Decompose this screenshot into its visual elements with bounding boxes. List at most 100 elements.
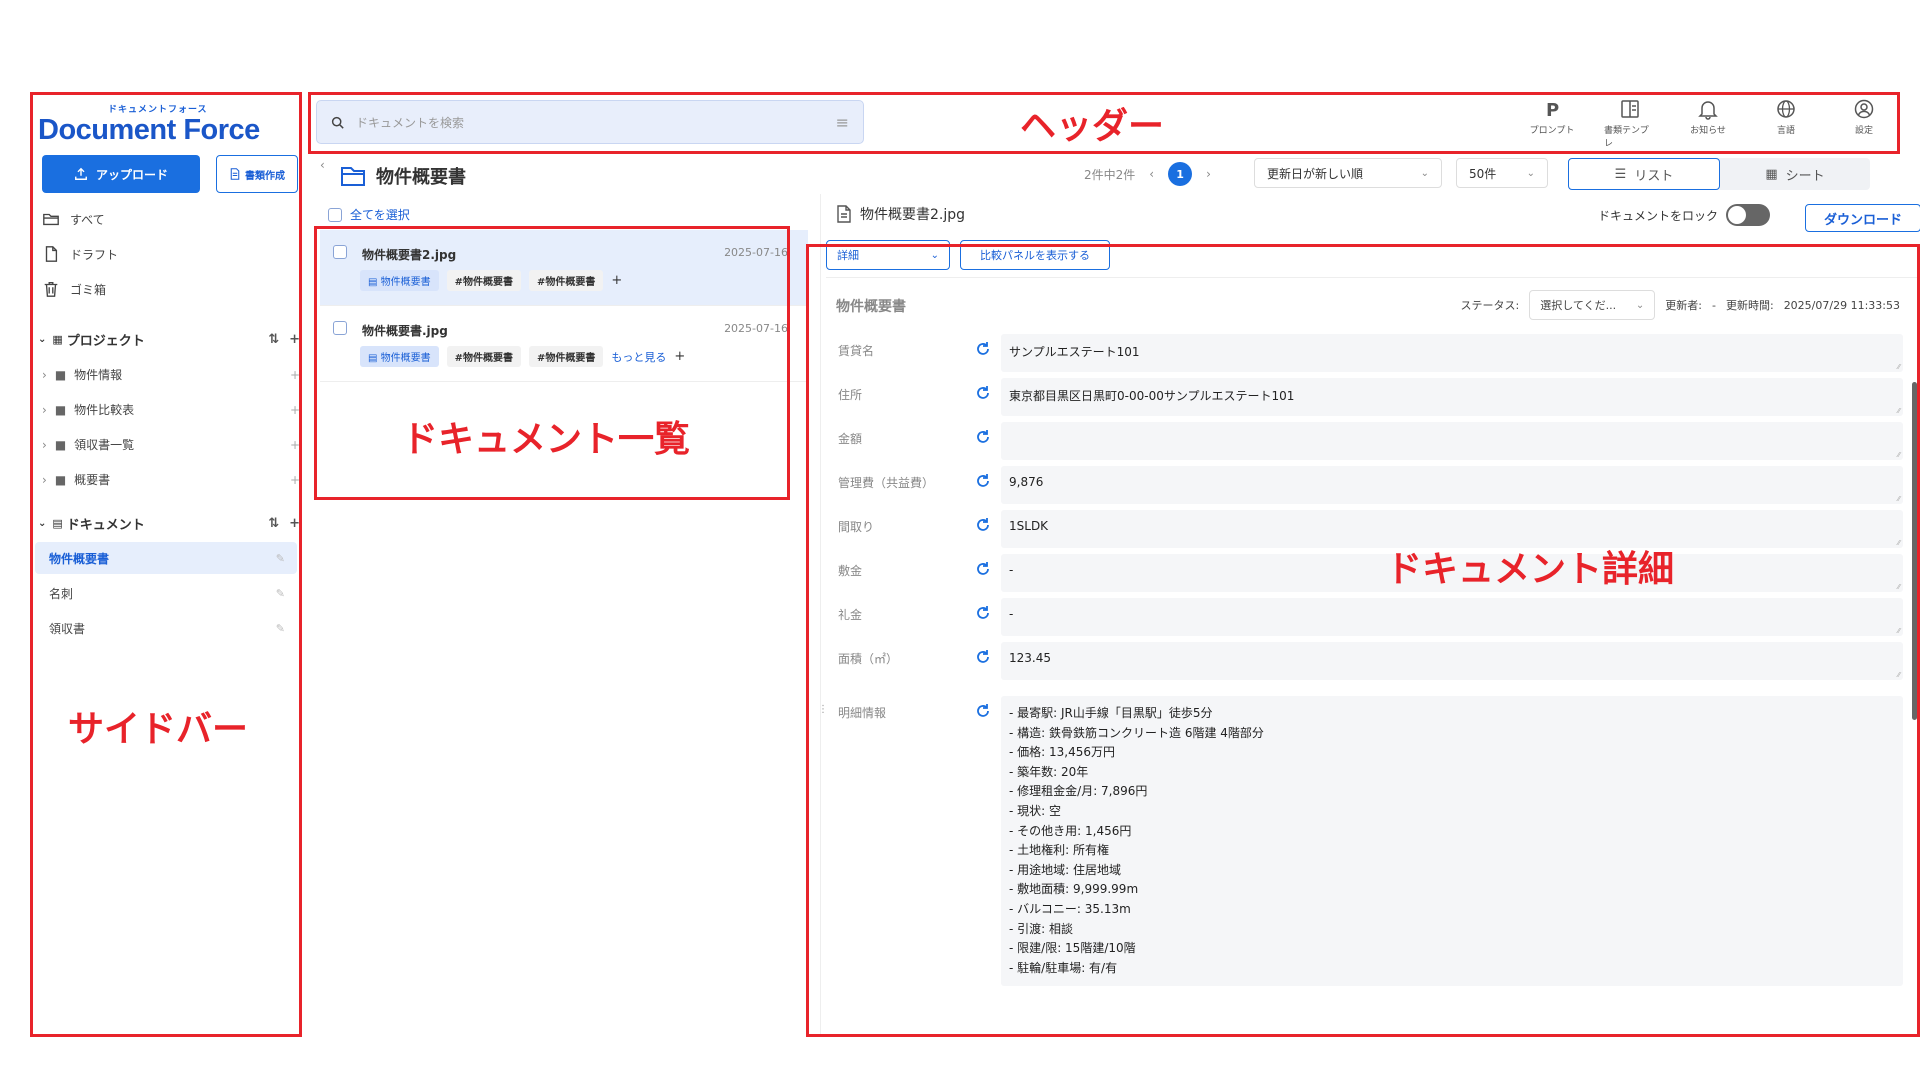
lock-label: ドキュメントをロック (1598, 208, 1719, 223)
field-input[interactable]: サンプルエステート101 (1001, 334, 1903, 372)
add-tag-button[interactable]: + (674, 349, 685, 364)
detail-view-select[interactable]: 詳細 ⌄ (826, 240, 950, 270)
sort-select[interactable]: 更新日が新しい順 ⌄ (1254, 158, 1442, 188)
add-tag-button[interactable]: + (611, 273, 622, 288)
sidebar-item-document[interactable]: 物件概要書 ✎ (35, 542, 297, 574)
field-input[interactable] (1001, 422, 1903, 460)
refresh-icon[interactable] (974, 702, 992, 720)
chevron-right-icon: › (42, 472, 47, 487)
checkbox[interactable] (328, 207, 342, 222)
scrollbar[interactable] (1912, 382, 1917, 720)
search-placeholder: ドキュメントを検索 (356, 115, 465, 130)
project-item[interactable]: › ■ 物件比較表 + (42, 401, 300, 418)
add-project-icon[interactable]: + (289, 332, 300, 347)
detail-line: - 引渡: 相談 (1009, 921, 1074, 936)
download-button[interactable]: ダウンロード (1805, 204, 1920, 232)
field-input[interactable]: 123.45 (1001, 642, 1903, 680)
add-document-icon[interactable]: + (289, 516, 300, 531)
nav-all[interactable]: すべて (42, 210, 105, 228)
file-icon (45, 246, 58, 262)
project-item[interactable]: › ■ 概要書 + (42, 471, 300, 488)
prompt-icon: P (1546, 100, 1559, 120)
refresh-icon[interactable] (974, 384, 992, 402)
settings-label: 設定 (1854, 126, 1873, 136)
sort-icon[interactable]: ⇅ (268, 332, 279, 347)
project-item[interactable]: › ■ 領収書一覧 + (42, 436, 300, 453)
detail-annotation-label: ドキュメント詳細 (1386, 549, 1675, 590)
projects-section-header[interactable]: ⌄ ▦ プロジェクト ⇅ + (38, 330, 300, 349)
upload-button[interactable]: アップロード (42, 155, 200, 193)
field-input[interactable]: 9,876 (1001, 466, 1903, 504)
add-icon[interactable]: + (290, 473, 300, 487)
view-toggle: ☰ リスト ▦ シート (1568, 158, 1870, 190)
add-icon[interactable]: + (290, 368, 300, 382)
details-textarea[interactable]: - 最寄駅: JR山手線「目黒駅」徒歩5分 - 構造: 鉄骨鉄筋コンクリート造 6… (1001, 696, 1903, 987)
add-icon[interactable]: + (290, 403, 300, 417)
header-annotation-label: ヘッダー (1020, 106, 1165, 147)
document-list-item[interactable]: 物件概要書.jpg 2025-07-16 ▤ 物件概要書 #物件概要書 #物件概… (320, 306, 808, 382)
language-button[interactable]: 言語 (1760, 98, 1812, 149)
refresh-icon[interactable] (974, 472, 992, 490)
edit-icon[interactable]: ✎ (276, 587, 285, 600)
template-button[interactable]: 書類テンプレ (1604, 98, 1656, 149)
sidebar-item-document[interactable]: 名刺 ✎ (35, 577, 297, 609)
nav-draft-label: ドラフト (70, 247, 119, 262)
refresh-icon[interactable] (974, 340, 992, 358)
tag[interactable]: ▤ 物件概要書 (360, 270, 439, 291)
search-input[interactable]: ドキュメントを検索 ≡ (316, 100, 864, 144)
refresh-icon[interactable] (974, 516, 992, 534)
prompt-button[interactable]: P プロンプト (1526, 98, 1578, 149)
tag[interactable]: #物件概要書 (529, 346, 604, 367)
tag[interactable]: ▤ 物件概要書 (360, 346, 439, 367)
checkbox[interactable] (333, 321, 347, 335)
document-list-item[interactable]: 物件概要書2.jpg 2025-07-16 ▤ 物件概要書 #物件概要書 #物件… (320, 230, 808, 306)
page-number[interactable]: 1 (1168, 162, 1193, 186)
nav-draft[interactable]: ドラフト (42, 245, 118, 263)
per-page-select[interactable]: 50件 ⌄ (1456, 158, 1548, 188)
logo[interactable]: ドキュメントフォース Document Force (38, 102, 260, 145)
grid-icon: ▦ (52, 333, 63, 346)
field-input[interactable]: 東京都目黒区日黒町0-00-00サンプルエステート101 (1001, 378, 1903, 416)
select-all-checkbox[interactable]: 全てを選択 (328, 206, 410, 223)
document-name: 物件概要書.jpg (362, 324, 448, 338)
document-date: 2025-07-16 (724, 322, 788, 335)
checkbox[interactable] (333, 245, 347, 259)
list-annotation-label: ドキュメント一覧 (402, 419, 691, 460)
collapse-sidebar-icon[interactable]: ‹ (320, 158, 325, 172)
field-label: 賃貸名 (838, 344, 875, 358)
menu-icon[interactable]: ≡ (836, 113, 849, 132)
logo-title: Document Force (38, 114, 260, 146)
create-document-button[interactable]: 書類作成 (216, 155, 298, 193)
settings-button[interactable]: 設定 (1838, 98, 1890, 149)
tag[interactable]: #物件概要書 (529, 270, 604, 291)
project-item[interactable]: › ■ 物件情報 + (42, 366, 300, 383)
tag[interactable]: #物件概要書 (446, 346, 522, 367)
field-label: 管理費（共益費） (838, 476, 935, 490)
sidebar: ドキュメントフォース Document Force アップロード 書類作成 すべ… (30, 92, 302, 1037)
view-list-button[interactable]: ☰ リスト (1568, 158, 1720, 190)
detail-line: - 現状: 空 (1009, 803, 1062, 818)
refresh-icon[interactable] (974, 560, 992, 578)
add-icon[interactable]: + (290, 438, 300, 452)
lock-toggle[interactable] (1726, 204, 1771, 226)
sidebar-item-document[interactable]: 領収書 ✎ (35, 612, 297, 644)
documents-header-label: ドキュメント (66, 518, 145, 533)
show-more-link[interactable]: もっと見る (611, 349, 666, 365)
refresh-icon[interactable] (974, 428, 992, 446)
tag[interactable]: #物件概要書 (446, 270, 522, 291)
edit-icon[interactable]: ✎ (276, 622, 285, 635)
refresh-icon[interactable] (974, 604, 992, 622)
field-input[interactable]: - (1001, 598, 1903, 636)
documents-section-header[interactable]: ⌄ ▤ ドキュメント ⇅ + (38, 514, 300, 533)
next-page-icon[interactable]: › (1206, 167, 1211, 181)
panel-divider[interactable] (820, 194, 821, 1037)
nav-trash[interactable]: ゴミ箱 (42, 280, 106, 298)
prev-page-icon[interactable]: ‹ (1149, 167, 1154, 181)
edit-icon[interactable]: ✎ (276, 552, 285, 565)
refresh-icon[interactable] (974, 648, 992, 666)
view-sheet-button[interactable]: ▦ シート (1720, 158, 1870, 190)
notifications-button[interactable]: お知らせ (1682, 98, 1734, 149)
compare-panel-button[interactable]: 比較パネルを表示する (960, 240, 1110, 270)
status-select[interactable]: 選択してくだ... ⌄ (1529, 290, 1656, 320)
sort-icon[interactable]: ⇅ (268, 516, 279, 531)
